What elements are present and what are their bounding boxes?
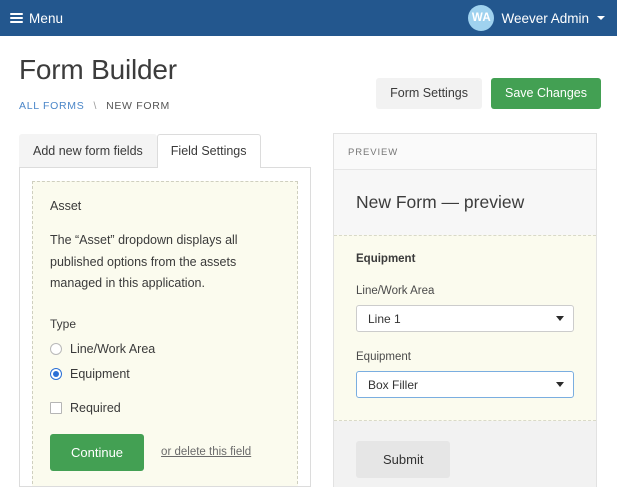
tab-add-new-form-fields[interactable]: Add new form fields [19, 134, 157, 167]
chevron-down-icon [597, 16, 605, 20]
checkbox-required[interactable]: Required [50, 401, 280, 415]
user-name-label: Weever Admin [501, 10, 589, 26]
tab-panel-field-settings: Asset The “Asset” dropdown displays all … [19, 167, 311, 487]
preview-section-heading: Equipment [356, 253, 416, 265]
preview-footer: Submit [334, 421, 596, 487]
user-menu[interactable]: WA Weever Admin [468, 5, 605, 31]
field-card-title: Asset [50, 199, 82, 213]
chevron-down-icon [556, 382, 564, 387]
save-changes-button[interactable]: Save Changes [490, 78, 601, 109]
radio-icon-checked [50, 367, 62, 380]
hamburger-icon [10, 13, 23, 23]
preview-header-label: PREVIEW [334, 134, 596, 170]
type-group-label: Type [50, 316, 77, 331]
radio-icon-unchecked [50, 342, 62, 355]
form-settings-button[interactable]: Form Settings [376, 78, 482, 109]
tab-field-settings[interactable]: Field Settings [156, 134, 261, 168]
menu-label: Menu [29, 10, 64, 26]
preview-form-title: New Form — preview [356, 192, 525, 212]
radio-line-work-area[interactable]: Line/Work Area [50, 342, 280, 356]
radio-label-line-work-area: Line/Work Area [70, 341, 156, 356]
breadcrumb-separator: \ [93, 100, 98, 112]
page-header: Form Builder ALL FORMS \ NEW FORM Form S… [0, 36, 617, 112]
preview-select-value-equipment: Box Filler [368, 377, 419, 392]
preview-select-line-work-area[interactable]: Line 1 [356, 305, 574, 332]
radio-equipment[interactable]: Equipment [50, 367, 280, 381]
tab-bar: Add new form fields Field Settings [19, 133, 311, 168]
avatar: WA [468, 5, 495, 31]
delete-field-link[interactable]: or delete this field [161, 446, 251, 458]
asset-field-card: Asset The “Asset” dropdown displays all … [32, 181, 298, 486]
checkbox-label-required: Required [70, 400, 121, 415]
checkbox-icon [50, 401, 62, 414]
header-actions: Form Settings Save Changes [376, 78, 601, 109]
main-content: Add new form fields Field Settings Asset… [0, 133, 617, 487]
preview-label-equipment: Equipment [356, 351, 411, 363]
field-card-actions: Continue or delete this field [50, 433, 280, 471]
menu-button[interactable]: Menu [10, 11, 63, 26]
radio-label-equipment: Equipment [70, 366, 130, 381]
preview-label-line-work-area: Line/Work Area [356, 285, 435, 297]
preview-panel: PREVIEW New Form — preview Equipment Lin… [333, 133, 597, 487]
field-settings-panel: Add new form fields Field Settings Asset… [19, 133, 311, 487]
breadcrumb-all-forms[interactable]: ALL FORMS [19, 100, 84, 112]
preview-select-equipment[interactable]: Box Filler [356, 371, 574, 398]
breadcrumb-current: NEW FORM [106, 100, 170, 112]
continue-button[interactable]: Continue [50, 433, 145, 471]
chevron-down-icon [556, 316, 564, 321]
preview-select-value-line-work-area: Line 1 [368, 311, 401, 326]
top-navbar: Menu WA Weever Admin [0, 0, 617, 36]
preview-form-body: Equipment Line/Work Area Line 1 Equipmen… [334, 235, 596, 421]
submit-button[interactable]: Submit [356, 441, 451, 478]
field-card-description: The “Asset” dropdown displays all publis… [50, 233, 238, 290]
